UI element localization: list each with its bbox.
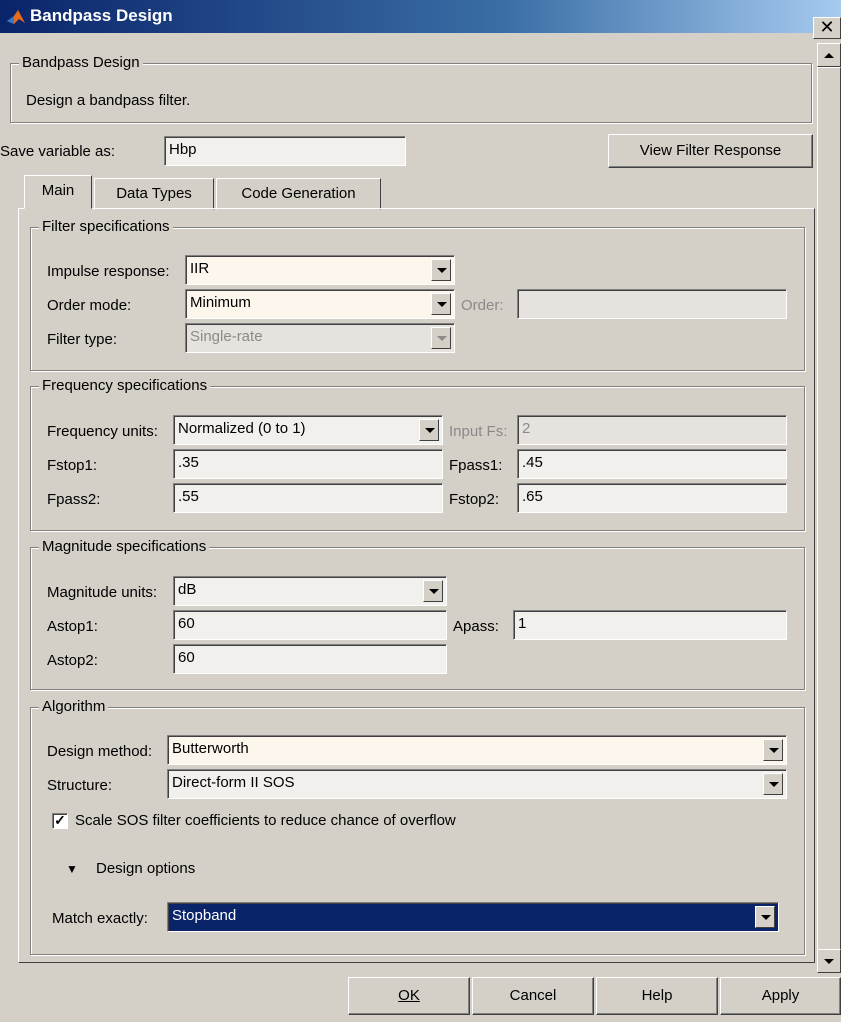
astop2-label: Astop2: — [47, 652, 98, 669]
title-bar: Bandpass Design — [0, 0, 841, 33]
ok-button[interactable]: OK — [348, 977, 470, 1015]
design-options-toggle-icon[interactable]: ▼ — [66, 862, 78, 876]
structure-label: Structure: — [47, 777, 113, 794]
arrow-down-icon — [824, 959, 834, 964]
astop1-input[interactable]: 60 — [173, 610, 447, 640]
scroll-down-button[interactable] — [817, 949, 841, 973]
design-method-label: Design method: — [47, 743, 153, 760]
magnitude-units-label: Magnitude units: — [47, 584, 158, 601]
impulse-response-select[interactable]: IIR — [185, 255, 455, 285]
apass-input[interactable]: 1 — [513, 610, 787, 640]
scroll-up-button[interactable] — [817, 43, 841, 67]
filter-type-select[interactable]: Single-rate — [185, 323, 455, 353]
apply-button[interactable]: Apply — [720, 977, 841, 1015]
filter-type-label: Filter type: — [47, 331, 118, 348]
arrow-up-icon — [824, 53, 834, 58]
design-options-label[interactable]: Design options — [96, 860, 195, 877]
apass-label: Apass: — [453, 618, 499, 635]
help-button-label: Help — [641, 987, 673, 1004]
order-mode-value: Minimum — [190, 294, 251, 311]
magnitude-specifications-title: Magnitude specifications — [39, 538, 210, 555]
fpass1-label: Fpass1: — [449, 457, 503, 474]
filter-type-value: Single-rate — [190, 328, 263, 345]
order-mode-label: Order mode: — [47, 297, 132, 314]
fstop1-label: Fstop1: — [47, 457, 98, 474]
input-fs-input[interactable]: 2 — [517, 415, 787, 445]
algorithm-title: Algorithm — [39, 698, 109, 715]
frequency-units-value: Normalized (0 to 1) — [178, 420, 306, 437]
magnitude-units-select[interactable]: dB — [173, 576, 447, 606]
astop2-input[interactable]: 60 — [173, 644, 447, 674]
impulse-response-value: IIR — [190, 260, 210, 277]
view-filter-response-button[interactable]: View Filter Response — [608, 134, 813, 168]
chevron-down-icon[interactable] — [431, 259, 451, 281]
chevron-down-icon[interactable] — [763, 773, 783, 795]
order-mode-select[interactable]: Minimum — [185, 289, 455, 319]
chevron-down-icon[interactable] — [419, 419, 439, 441]
chevron-down-icon[interactable] — [755, 906, 775, 928]
header-group: Bandpass Design Design a bandpass filter… — [10, 54, 812, 123]
order-input[interactable] — [517, 289, 787, 319]
tab-data-types[interactable]: Data Types — [94, 178, 214, 210]
fpass2-label: Fpass2: — [47, 491, 101, 508]
save-variable-label: Save variable as: — [0, 143, 116, 160]
chevron-down-icon[interactable] — [763, 739, 783, 761]
help-button[interactable]: Help — [596, 977, 718, 1015]
impulse-response-label: Impulse response: — [47, 263, 170, 280]
frequency-units-label: Frequency units: — [47, 423, 158, 440]
filter-specifications-title: Filter specifications — [39, 218, 173, 235]
fstop1-input[interactable]: .35 — [173, 449, 443, 479]
apply-button-label: Apply — [761, 987, 800, 1004]
vertical-scrollbar[interactable] — [817, 43, 841, 973]
tab-code-generation[interactable]: Code Generation — [216, 178, 381, 210]
structure-value: Direct-form II SOS — [172, 774, 295, 791]
fpass2-input[interactable]: .55 — [173, 483, 443, 513]
tab-main[interactable]: Main — [24, 175, 92, 209]
scale-sos-label: Scale SOS filter coefficients to reduce … — [75, 812, 456, 829]
ok-button-label: OK — [398, 987, 420, 1004]
close-icon[interactable]: ✕ — [813, 17, 841, 39]
chevron-down-icon[interactable] — [423, 580, 443, 602]
cancel-button[interactable]: Cancel — [472, 977, 594, 1015]
scale-sos-checkbox[interactable]: ✓ — [52, 813, 68, 829]
magnitude-units-value: dB — [178, 581, 197, 598]
frequency-units-select[interactable]: Normalized (0 to 1) — [173, 415, 443, 445]
match-exactly-value: Stopband — [172, 907, 237, 924]
chevron-down-icon[interactable] — [431, 293, 451, 315]
astop1-label: Astop1: — [47, 618, 98, 635]
scrollbar-thumb[interactable] — [817, 67, 841, 952]
header-description: Design a bandpass filter. — [26, 92, 191, 109]
frequency-specifications-title: Frequency specifications — [39, 377, 211, 394]
window-title: Bandpass Design — [30, 6, 173, 25]
header-group-title: Bandpass Design — [19, 54, 143, 71]
input-fs-label: Input Fs: — [449, 423, 508, 440]
structure-select[interactable]: Direct-form II SOS — [167, 769, 787, 799]
fpass1-input[interactable]: .45 — [517, 449, 787, 479]
order-label: Order: — [461, 297, 504, 314]
chevron-down-icon — [431, 327, 451, 349]
design-method-value: Butterworth — [172, 740, 249, 757]
design-method-select[interactable]: Butterworth — [167, 735, 787, 765]
save-variable-input[interactable]: Hbp — [164, 136, 406, 166]
match-exactly-label: Match exactly: — [52, 910, 148, 927]
match-exactly-select[interactable]: Stopband — [167, 902, 779, 932]
fstop2-label: Fstop2: — [449, 491, 500, 508]
matlab-logo-icon — [7, 10, 25, 24]
fstop2-input[interactable]: .65 — [517, 483, 787, 513]
cancel-button-label: Cancel — [509, 987, 557, 1004]
